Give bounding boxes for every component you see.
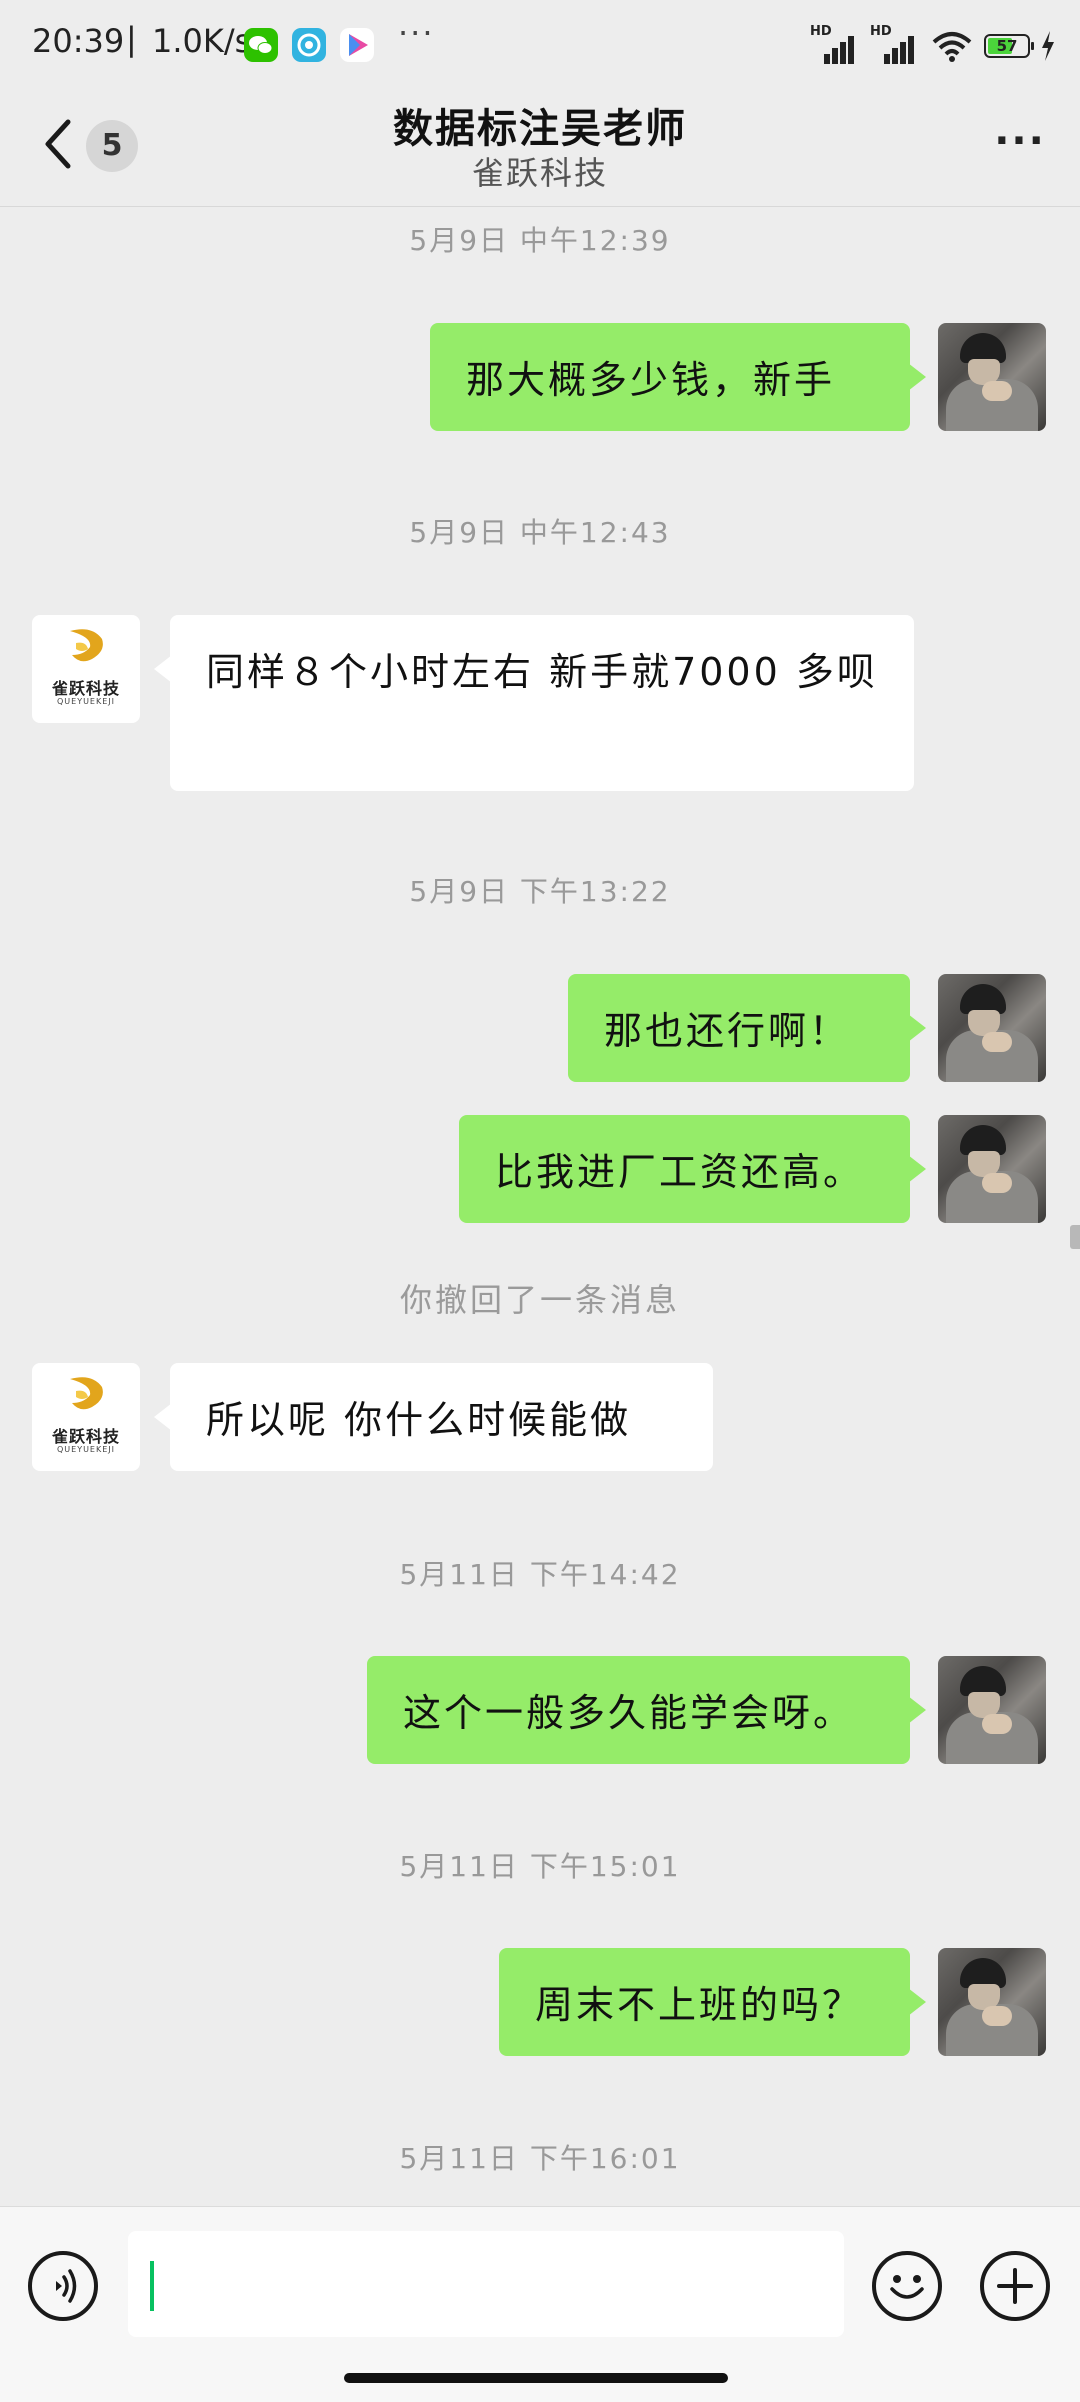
- company-logo-icon: [70, 629, 103, 662]
- chat-subtitle: 雀跃科技: [471, 154, 608, 192]
- my-avatar[interactable]: [938, 1115, 1046, 1223]
- plus-icon: [997, 2268, 1033, 2304]
- contact-avatar[interactable]: 雀跃科技 QUEYUEKEJI: [32, 1363, 140, 1471]
- timestamp: 5月11日 下午15:01: [399, 1850, 681, 1883]
- recall-notice: 你撤回了一条消息: [399, 1281, 680, 1319]
- chat-title: 数据标注吴老师: [393, 106, 687, 152]
- plus-button[interactable]: [980, 2251, 1050, 2321]
- signal-2-icon: HD: [870, 24, 920, 64]
- message-bubble-sent[interactable]: 周末不上班的吗？: [499, 1948, 926, 2056]
- chat-header: 5 数据标注吴老师 雀跃科技 ···: [0, 90, 1080, 207]
- scroll-handle[interactable]: [1070, 1225, 1080, 1249]
- timestamp: 5月9日 中午12:43: [409, 516, 671, 549]
- charging-icon: [1042, 31, 1054, 61]
- timestamp: 5月9日 中午12:39: [409, 224, 671, 257]
- message-bubble-received[interactable]: 同样８个小时左右 新手就7000 多呗: [154, 615, 914, 791]
- text-caret: [150, 2261, 154, 2311]
- timestamp: 5月11日 下午16:01: [399, 2142, 681, 2175]
- message-input[interactable]: [128, 2231, 844, 2337]
- video-app-icon: [340, 28, 374, 62]
- status-separator: |: [126, 20, 137, 58]
- message-bubble-sent[interactable]: 那大概多少钱，新手: [430, 323, 926, 431]
- signal-icon: HD: [810, 24, 860, 64]
- my-avatar[interactable]: [938, 323, 1046, 431]
- contact-avatar[interactable]: 雀跃科技 QUEYUEKEJI: [32, 615, 140, 723]
- message-list[interactable]: 5月9日 中午12:39 那大概多少钱，新手 5月9日 中午12:43 雀跃科技…: [0, 207, 1080, 2205]
- more-notifications-icon: ···: [398, 14, 435, 52]
- emoji-icon: [890, 2275, 924, 2299]
- input-bar: [0, 2206, 1080, 2402]
- wechat-icon: [244, 28, 278, 62]
- battery-icon: 57: [984, 34, 1034, 58]
- voice-button[interactable]: [28, 2251, 98, 2321]
- status-indicators: HD HD 57: [810, 24, 1056, 66]
- timestamp: 5月11日 下午14:42: [399, 1558, 681, 1591]
- message-bubble-sent[interactable]: 比我进厂工资还高。: [459, 1115, 926, 1223]
- browser-icon: [292, 28, 326, 62]
- my-avatar[interactable]: [938, 974, 1046, 1082]
- message-bubble-received[interactable]: 所以呢 你什么时候能做: [154, 1363, 713, 1471]
- wifi-icon: [932, 32, 972, 62]
- home-indicator[interactable]: [344, 2373, 728, 2383]
- status-bar: 20:39 | 1.0K/s ··· HD HD 57: [0, 0, 1080, 90]
- status-time: 20:39: [32, 22, 125, 60]
- more-options-button[interactable]: ···: [990, 121, 1050, 166]
- message-bubble-sent[interactable]: 那也还行啊！: [568, 974, 926, 1082]
- timestamp: 5月9日 下午13:22: [409, 875, 671, 908]
- company-logo-icon: [70, 1377, 103, 1410]
- message-bubble-sent[interactable]: 这个一般多久能学会呀。: [367, 1656, 926, 1764]
- voice-icon: [56, 2269, 77, 2303]
- my-avatar[interactable]: [938, 1656, 1046, 1764]
- network-speed: 1.0K/s: [152, 22, 252, 60]
- emoji-button[interactable]: [872, 2251, 942, 2321]
- my-avatar[interactable]: [938, 1948, 1046, 2056]
